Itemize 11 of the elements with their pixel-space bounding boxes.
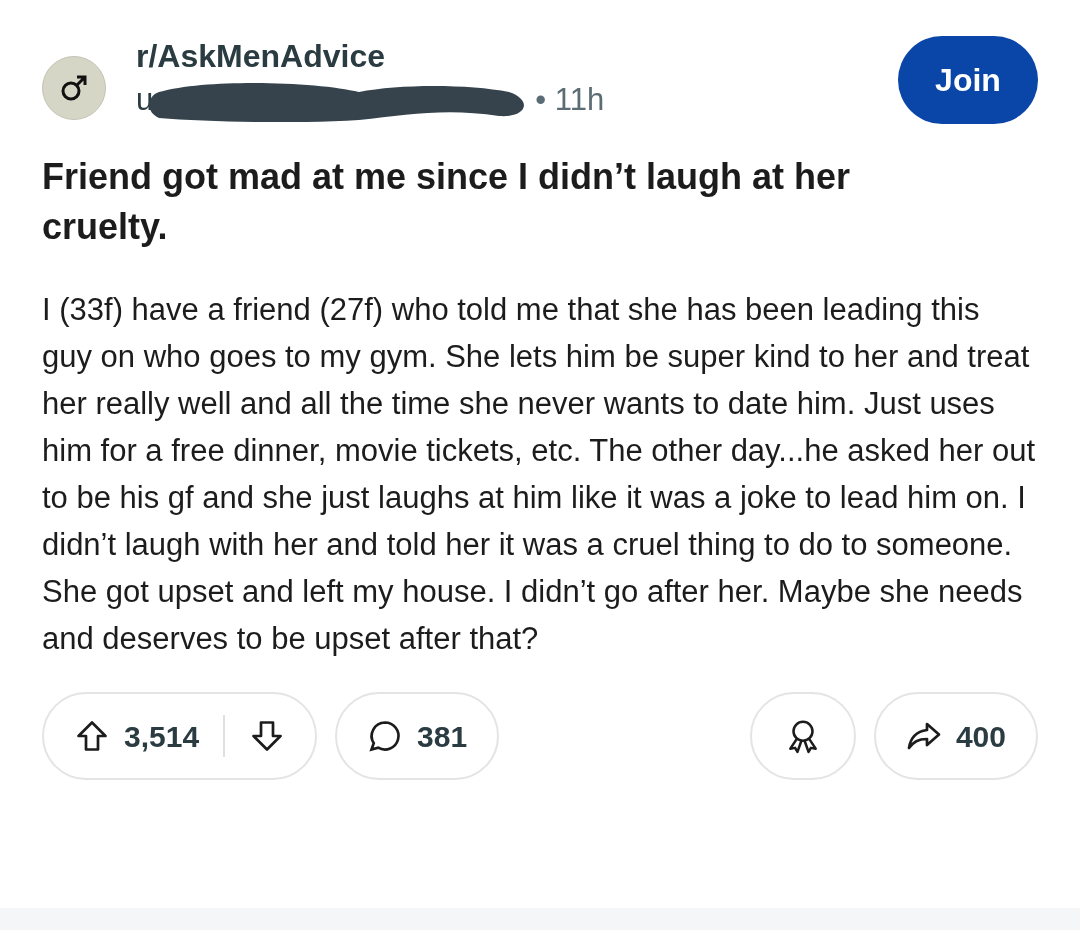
share-button[interactable]: 400 xyxy=(873,692,1038,780)
post-body: I (33f) have a friend (27f) who told me that she has been leading this guy on who goes to my gym. She lets him be super kind to her and treat her really well and all the time she never wants to date him. Just uses him for a free dinner, movie tickets, etc. The other day...he asked her out to be his gf and she just laughs at him like it was a joke to lead him on. I didn’t laugh with her and told her it was a cruel thing to do to someone. She got upset and left my house. I didn’t go after her. Maybe she needs and deserves to be upset after that? xyxy=(42,291,1037,658)
post-age: • 11h xyxy=(535,81,605,119)
join-button[interactable]: Join xyxy=(898,36,1038,124)
vote-count: 3,514 xyxy=(124,718,200,755)
male-symbol-icon xyxy=(59,73,89,103)
post-title: Friend got mad at me since I didn’t laugh at her cruelty. xyxy=(42,155,852,249)
award-button[interactable] xyxy=(749,692,856,780)
upvote-icon[interactable] xyxy=(74,718,110,754)
comments-button[interactable]: 381 xyxy=(335,692,500,780)
subreddit-name[interactable]: r/AskMenAdvice xyxy=(136,34,605,78)
